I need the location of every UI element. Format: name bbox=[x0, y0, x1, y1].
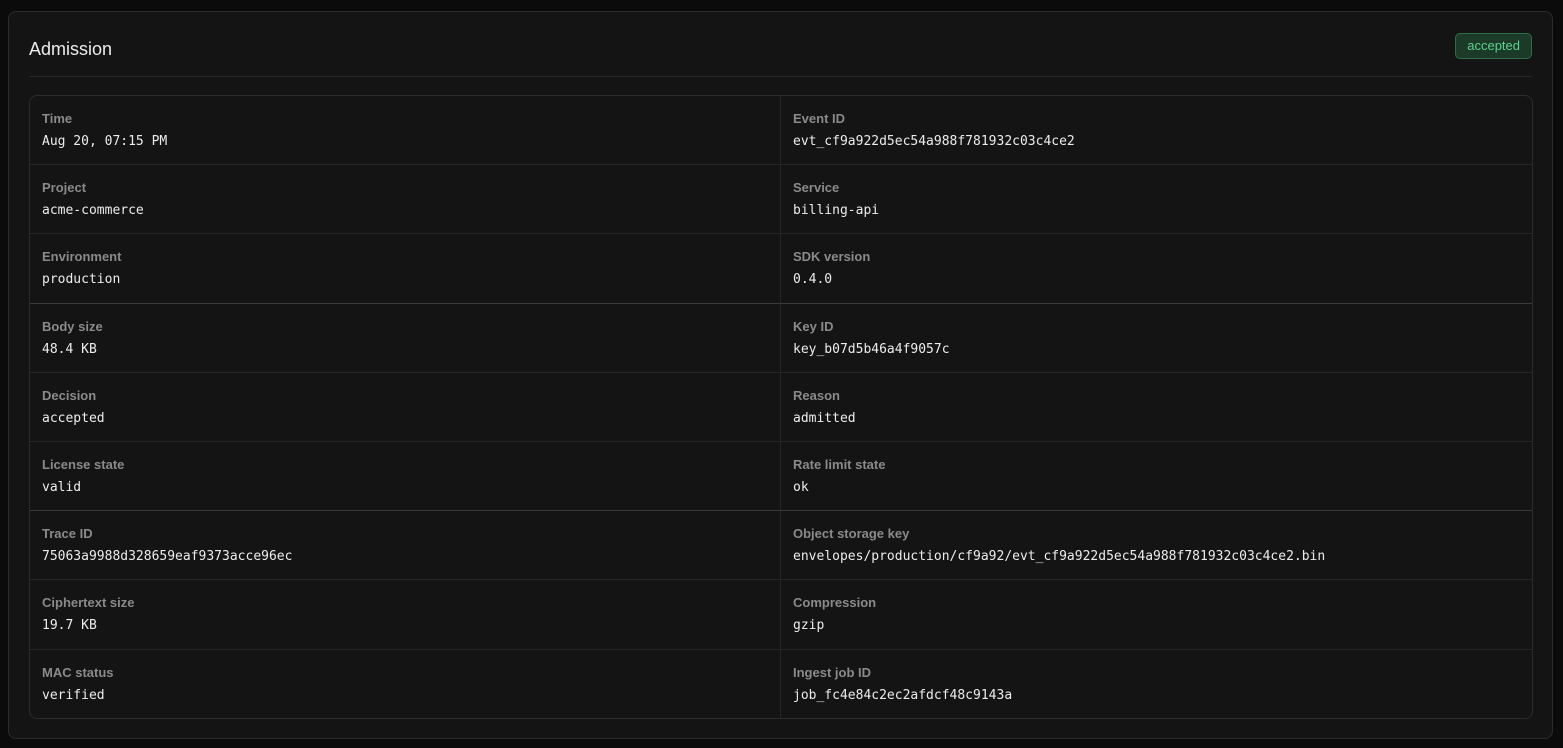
field-value: accepted bbox=[42, 410, 105, 426]
field-label: SDK version bbox=[793, 249, 871, 265]
field-service: Service billing-api bbox=[781, 165, 1532, 235]
field-label: Ingest job ID bbox=[793, 664, 871, 680]
field-trace-id: Trace ID 75063a9988d328659eaf9373acce96e… bbox=[30, 511, 781, 581]
status-badge: accepted bbox=[1455, 33, 1532, 59]
field-value: acme-commerce bbox=[42, 203, 144, 219]
field-label: MAC status bbox=[42, 664, 114, 680]
field-mac-status: MAC status verified bbox=[30, 649, 781, 718]
field-value: gzip bbox=[793, 618, 825, 634]
field-value: key_b07d5b46a4f9057c bbox=[793, 341, 950, 357]
field-event-id: Event ID evt_cf9a922d5ec54a988f781932c03… bbox=[781, 96, 1532, 166]
details-grid: Time Aug 20, 07:15 PM Event ID evt_cf9a9… bbox=[29, 95, 1533, 719]
field-compression: Compression gzip bbox=[781, 580, 1532, 650]
panel-title: Admission bbox=[29, 39, 113, 59]
field-value: job_fc4e84c2ec2afdcf48c9143a bbox=[793, 687, 1013, 703]
field-value: admitted bbox=[793, 410, 856, 426]
field-value: valid bbox=[42, 479, 82, 495]
field-value: 19.7 KB bbox=[42, 618, 97, 634]
field-decision: Decision accepted bbox=[30, 372, 781, 442]
field-time: Time Aug 20, 07:15 PM bbox=[30, 96, 781, 166]
field-body-size: Body size 48.4 KB bbox=[30, 303, 781, 373]
field-ingest-job-id: Ingest job ID job_fc4e84c2ec2afdcf48c914… bbox=[781, 650, 1532, 719]
field-sdk-version: SDK version 0.4.0 bbox=[781, 234, 1532, 304]
field-key-id: Key ID key_b07d5b46a4f9057c bbox=[781, 304, 1532, 373]
field-value: envelopes/production/cf9a92/evt_cf9a922d… bbox=[793, 549, 1326, 565]
field-label: Time bbox=[42, 111, 73, 126]
field-label: Rate limit state bbox=[793, 456, 886, 472]
field-label: Project bbox=[42, 180, 87, 196]
field-project: Project acme-commerce bbox=[30, 165, 781, 235]
field-ciphertext-size: Ciphertext size 19.7 KB bbox=[30, 580, 781, 650]
field-label: Decision bbox=[42, 387, 97, 403]
field-value: 48.4 KB bbox=[42, 341, 97, 357]
field-reason: Reason admitted bbox=[781, 373, 1532, 442]
field-label: Environment bbox=[42, 249, 122, 265]
panel-header: Admission accepted bbox=[29, 12, 1532, 77]
field-value: production bbox=[42, 272, 121, 288]
field-value: verified bbox=[42, 687, 105, 703]
field-value: evt_cf9a922d5ec54a988f781932c03c4ce2 bbox=[793, 134, 1075, 149]
field-label: Event ID bbox=[793, 111, 846, 126]
field-value: ok bbox=[793, 479, 809, 495]
field-value: 0.4.0 bbox=[793, 272, 833, 288]
field-value: billing-api bbox=[793, 203, 880, 219]
field-label: Trace ID bbox=[42, 526, 93, 542]
field-value: 75063a9988d328659eaf9373acce96ec bbox=[42, 549, 293, 565]
field-environment: Environment production bbox=[30, 234, 781, 304]
field-object-storage-key: Object storage key envelopes/production/… bbox=[781, 511, 1532, 581]
field-label: Object storage key bbox=[793, 526, 910, 542]
field-label: Compression bbox=[793, 595, 877, 611]
field-label: Body size bbox=[42, 318, 103, 334]
field-label: Key ID bbox=[793, 318, 834, 334]
field-label: License state bbox=[42, 456, 125, 472]
field-rate-limit-state: Rate limit state ok bbox=[781, 442, 1532, 512]
field-license-state: License state valid bbox=[30, 441, 781, 512]
field-label: Reason bbox=[793, 387, 840, 403]
field-label: Service bbox=[793, 180, 840, 196]
admission-panel: Admission accepted Time Aug 20, 07:15 PM… bbox=[8, 11, 1553, 739]
field-value: Aug 20, 07:15 PM bbox=[42, 134, 168, 149]
field-label: Ciphertext size bbox=[42, 595, 135, 611]
